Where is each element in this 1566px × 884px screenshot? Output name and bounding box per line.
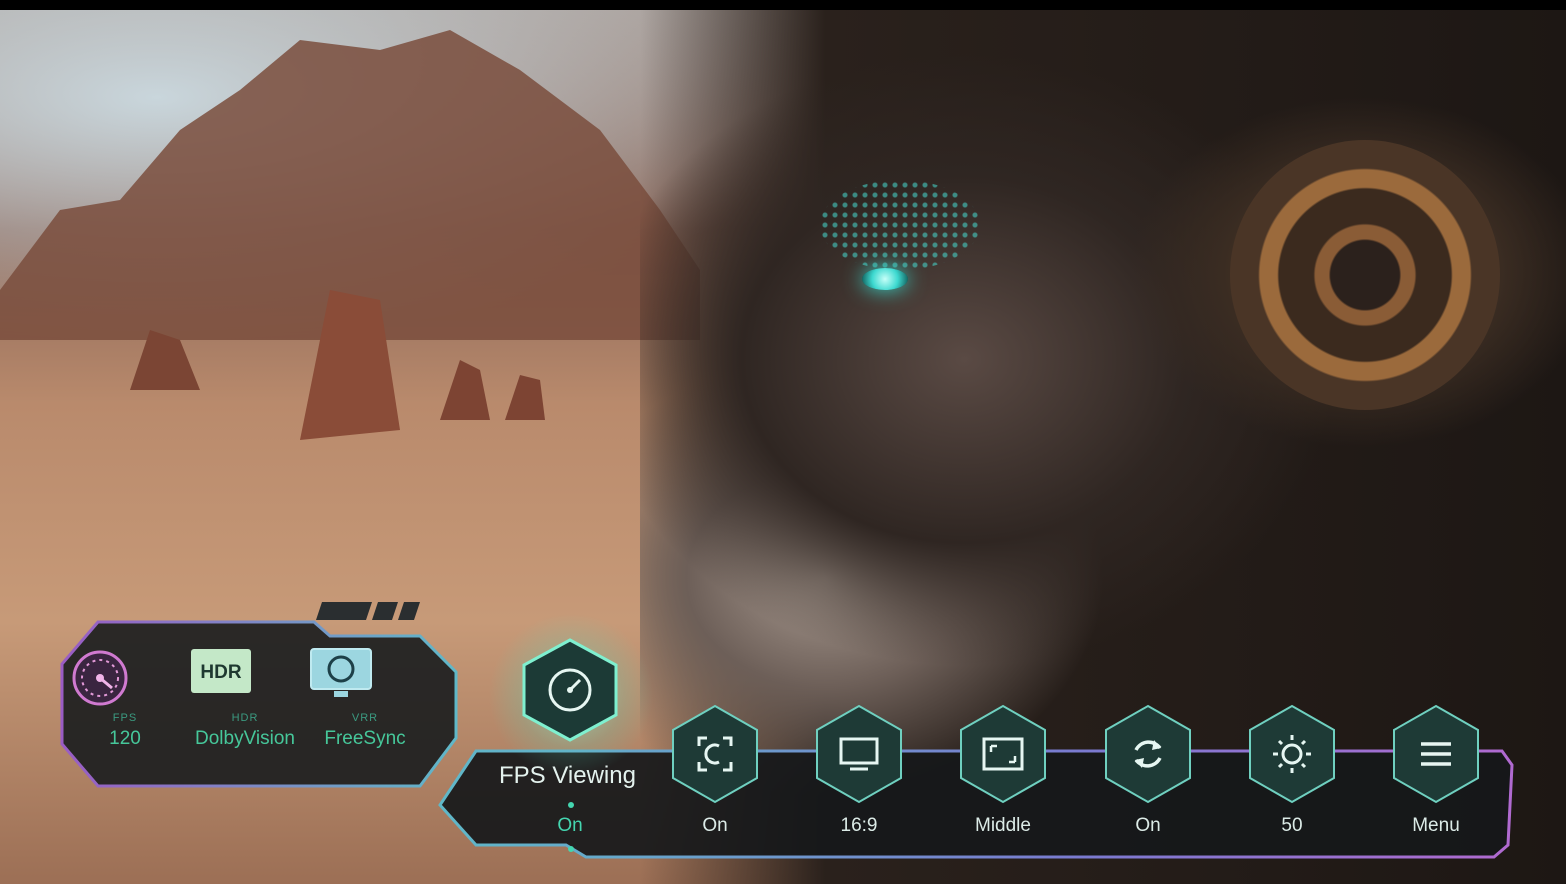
speedometer-icon bbox=[72, 648, 157, 706]
refresh-icon bbox=[1134, 740, 1162, 768]
desert-rocks bbox=[0, 30, 700, 440]
hdr-badge-text: HDR bbox=[200, 662, 241, 683]
crosshair-icon bbox=[697, 736, 733, 772]
brightness-button[interactable] bbox=[1248, 704, 1336, 804]
selector-dot-top bbox=[568, 802, 574, 808]
info-fps: FPS 120 bbox=[70, 648, 180, 750]
menu-label: Menu bbox=[1412, 815, 1460, 836]
fps-value: 120 bbox=[109, 728, 141, 749]
crosshair-button[interactable] bbox=[671, 704, 759, 804]
game-info-panel: FPS 120 HDR HDR DolbyVision VRR FreeSync bbox=[58, 618, 460, 790]
fps-label: FPS bbox=[112, 712, 138, 724]
hdr-label: HDR bbox=[231, 712, 259, 724]
active-mode-title: FPS Viewing bbox=[499, 762, 636, 789]
speedometer-icon bbox=[522, 638, 618, 742]
crosshair-value: On bbox=[702, 815, 728, 836]
hdr-badge-icon: HDR bbox=[191, 648, 277, 704]
info-hdr: HDR HDR DolbyVision bbox=[190, 648, 300, 750]
aspect-ratio-button[interactable] bbox=[815, 704, 903, 804]
screen-position-icon bbox=[982, 737, 1024, 771]
active-mode-value: On bbox=[557, 815, 583, 836]
hdr-value: DolbyVision bbox=[195, 728, 295, 749]
menu-icon bbox=[1421, 742, 1451, 766]
screen-position-button[interactable] bbox=[959, 704, 1047, 804]
lion-eye bbox=[862, 268, 908, 290]
monitor-icon bbox=[839, 737, 879, 771]
mechanical-headphone bbox=[1230, 140, 1500, 410]
monitor-sync-icon bbox=[310, 648, 397, 704]
aspect-ratio-value: 16:9 bbox=[840, 815, 878, 836]
vrr-value: FreeSync bbox=[324, 728, 406, 749]
glowing-spots bbox=[820, 180, 980, 270]
brightness-value: 50 bbox=[1281, 815, 1303, 836]
info-vrr: VRR FreeSync bbox=[310, 648, 420, 750]
fps-viewing-button[interactable] bbox=[522, 638, 618, 742]
screen-position-value: Middle bbox=[975, 815, 1031, 836]
auto-sync-value: On bbox=[1135, 815, 1161, 836]
menu-button[interactable] bbox=[1392, 704, 1480, 804]
auto-sync-button[interactable] bbox=[1104, 704, 1192, 804]
vrr-label: VRR bbox=[351, 712, 379, 724]
brightness-icon bbox=[1273, 735, 1311, 773]
selector-dot-bottom bbox=[568, 846, 574, 852]
